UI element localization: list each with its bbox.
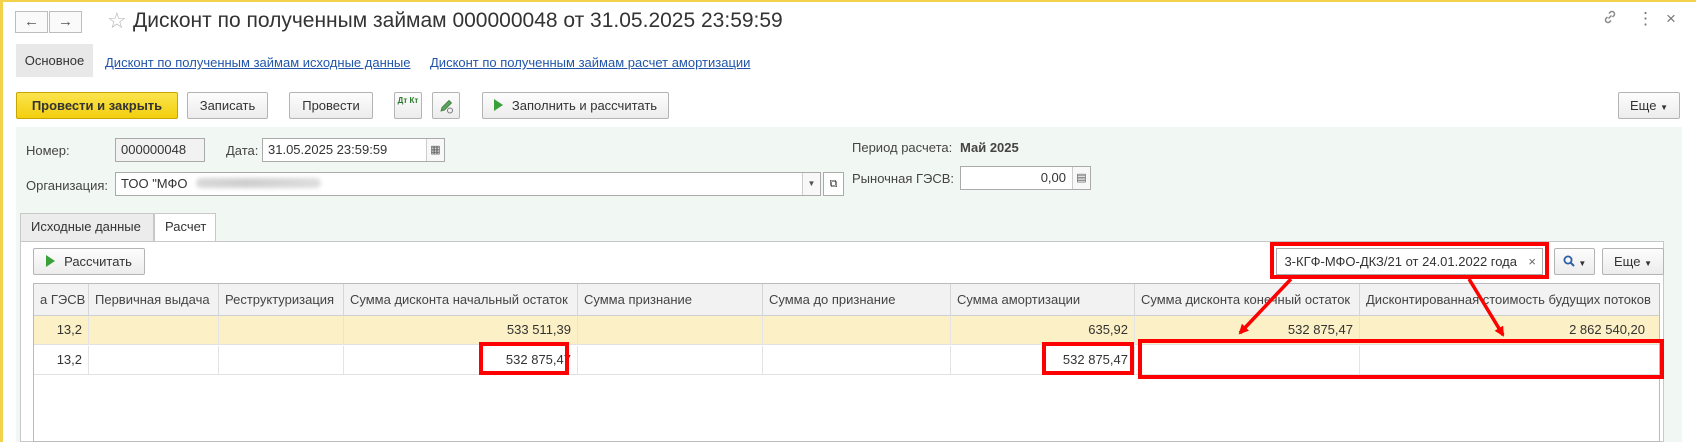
- annotation-arrows: [1238, 277, 1505, 337]
- annotation-arrow-left: [1238, 277, 1293, 335]
- annotation-arrow-right: [1467, 278, 1505, 337]
